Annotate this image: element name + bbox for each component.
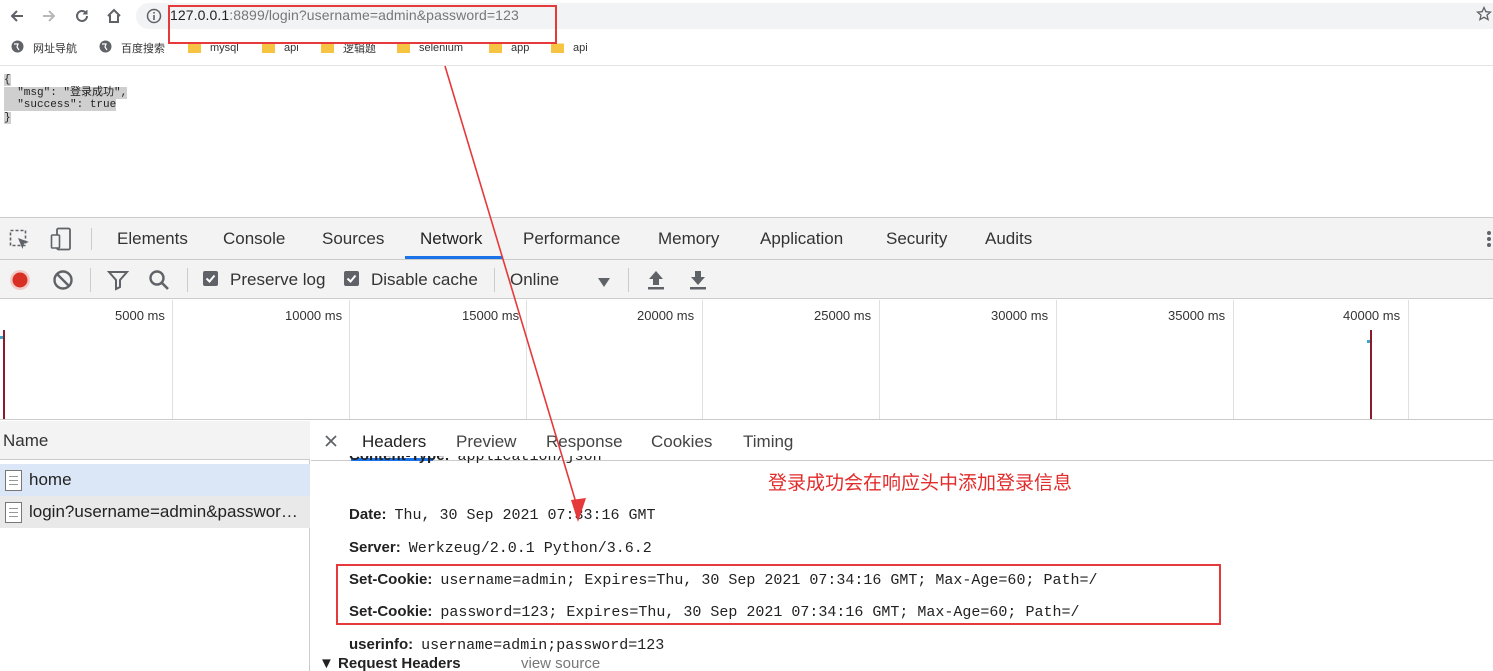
load-marker: [1370, 330, 1372, 419]
details-tabs-bar: Headers Preview Response Cookies Timing: [311, 421, 1493, 461]
import-har-icon[interactable]: [646, 269, 666, 296]
devtools-panel: Elements Console Sources Network Perform…: [0, 217, 1493, 671]
tab-cookies[interactable]: Cookies: [651, 432, 712, 452]
divider: [0, 65, 1493, 66]
document-icon: [5, 469, 22, 491]
header-row: Date: Thu, 30 Sep 2021 07:33:16 GMT: [349, 506, 656, 524]
timeline-tick: 35000 ms: [1168, 308, 1226, 323]
tab-elements[interactable]: Elements: [117, 229, 188, 249]
inspect-element-icon[interactable]: [9, 229, 31, 256]
request-details-panel: Headers Preview Response Cookies Timing …: [311, 421, 1493, 671]
tab-preview[interactable]: Preview: [456, 432, 516, 452]
timeline-tick: 15000 ms: [462, 308, 520, 323]
network-toolbar: Preserve log Disable cache Online: [0, 260, 1493, 299]
divider: [494, 268, 495, 292]
header-row: userinfo: username=admin;password=123: [349, 636, 665, 654]
divider: [628, 268, 629, 292]
timeline-tick: 30000 ms: [991, 308, 1049, 323]
request-dot: [0, 336, 3, 339]
header-row: Content-Type:application/json: [349, 456, 602, 465]
tab-performance[interactable]: Performance: [523, 229, 620, 249]
tab-memory[interactable]: Memory: [658, 229, 719, 249]
tab-network[interactable]: Network: [420, 229, 482, 249]
requests-list-panel: Name home login?username=admin&password=…: [0, 421, 310, 671]
filter-icon[interactable]: [106, 269, 130, 296]
json-line: }: [4, 111, 11, 124]
json-line: "success": true: [4, 99, 117, 111]
timeline-tick: 10000 ms: [285, 308, 343, 323]
tab-sources[interactable]: Sources: [322, 229, 384, 249]
request-row[interactable]: home: [0, 464, 310, 496]
record-icon[interactable]: [9, 269, 31, 296]
tab-application[interactable]: Application: [760, 229, 843, 249]
gridline: [349, 300, 350, 419]
bookmark-item[interactable]: 网址导航: [11, 39, 77, 57]
divider: [91, 228, 92, 250]
request-dot: [1367, 340, 1370, 343]
chevron-down-icon[interactable]: [598, 274, 610, 292]
gridline: [1233, 300, 1234, 419]
globe-icon: [11, 40, 24, 56]
json-response: { "msg": "登录成功", "success": true }: [4, 74, 128, 124]
bookmark-star-icon[interactable]: [1475, 5, 1493, 22]
url-highlight-box: [168, 5, 557, 44]
more-tabs-icon[interactable]: [1486, 230, 1492, 253]
globe-icon: [99, 40, 112, 56]
preserve-log-label[interactable]: Preserve log: [230, 270, 325, 290]
search-icon[interactable]: [148, 269, 170, 296]
divider: [90, 268, 91, 292]
view-source-link[interactable]: view source: [521, 655, 600, 671]
timeline-tick: 25000 ms: [814, 308, 872, 323]
throttle-select[interactable]: Online: [510, 270, 559, 290]
disable-cache-checkbox[interactable]: [344, 271, 359, 286]
divider: [187, 268, 188, 292]
annotation-text: 登录成功会在响应头中添加登录信息: [768, 473, 1073, 494]
disable-cache-label[interactable]: Disable cache: [371, 270, 478, 290]
gridline: [526, 300, 527, 419]
network-overview-timeline[interactable]: 5000 ms 10000 ms 15000 ms 20000 ms 25000…: [0, 300, 1493, 420]
document-icon: [5, 501, 22, 523]
back-icon[interactable]: [5, 4, 29, 28]
preserve-log-checkbox[interactable]: [203, 271, 218, 286]
tab-response[interactable]: Response: [546, 432, 623, 452]
reload-icon[interactable]: [70, 4, 94, 28]
tab-security[interactable]: Security: [886, 229, 947, 249]
forward-icon[interactable]: [37, 4, 61, 28]
tab-headers[interactable]: Headers: [362, 432, 426, 452]
active-tab-indicator: [405, 256, 503, 259]
json-line: {: [4, 74, 11, 86]
device-toolbar-icon[interactable]: [50, 227, 72, 256]
tab-console[interactable]: Console: [223, 229, 285, 249]
load-marker: [3, 330, 5, 419]
header-row: Server: Werkzeug/2.0.1 Python/3.6.2: [349, 539, 652, 557]
gridline: [702, 300, 703, 419]
close-icon[interactable]: [325, 434, 337, 452]
export-har-icon[interactable]: [688, 269, 708, 296]
gridline: [1408, 300, 1409, 419]
bookmark-item[interactable]: 百度搜索: [99, 39, 165, 57]
timeline-tick: 20000 ms: [637, 308, 695, 323]
request-row[interactable]: login?username=admin&password=123: [0, 496, 310, 528]
timeline-tick: 40000 ms: [1343, 308, 1401, 323]
gridline: [879, 300, 880, 419]
devtools-tabs-bar: Elements Console Sources Network Perform…: [0, 218, 1493, 260]
gridline: [172, 300, 173, 419]
tab-audits[interactable]: Audits: [985, 229, 1032, 249]
request-headers-section[interactable]: ▼ Request Headers: [319, 655, 461, 671]
name-column-header[interactable]: Name: [0, 421, 310, 460]
gridline: [1056, 300, 1057, 419]
tab-timing[interactable]: Timing: [743, 432, 793, 452]
clear-icon[interactable]: [52, 269, 74, 296]
json-line: "msg": "登录成功",: [4, 86, 128, 99]
timeline-tick: 5000 ms: [115, 308, 165, 323]
home-icon[interactable]: [102, 4, 126, 28]
set-cookie-highlight-box: [336, 564, 1221, 625]
site-info-icon[interactable]: [146, 8, 162, 24]
